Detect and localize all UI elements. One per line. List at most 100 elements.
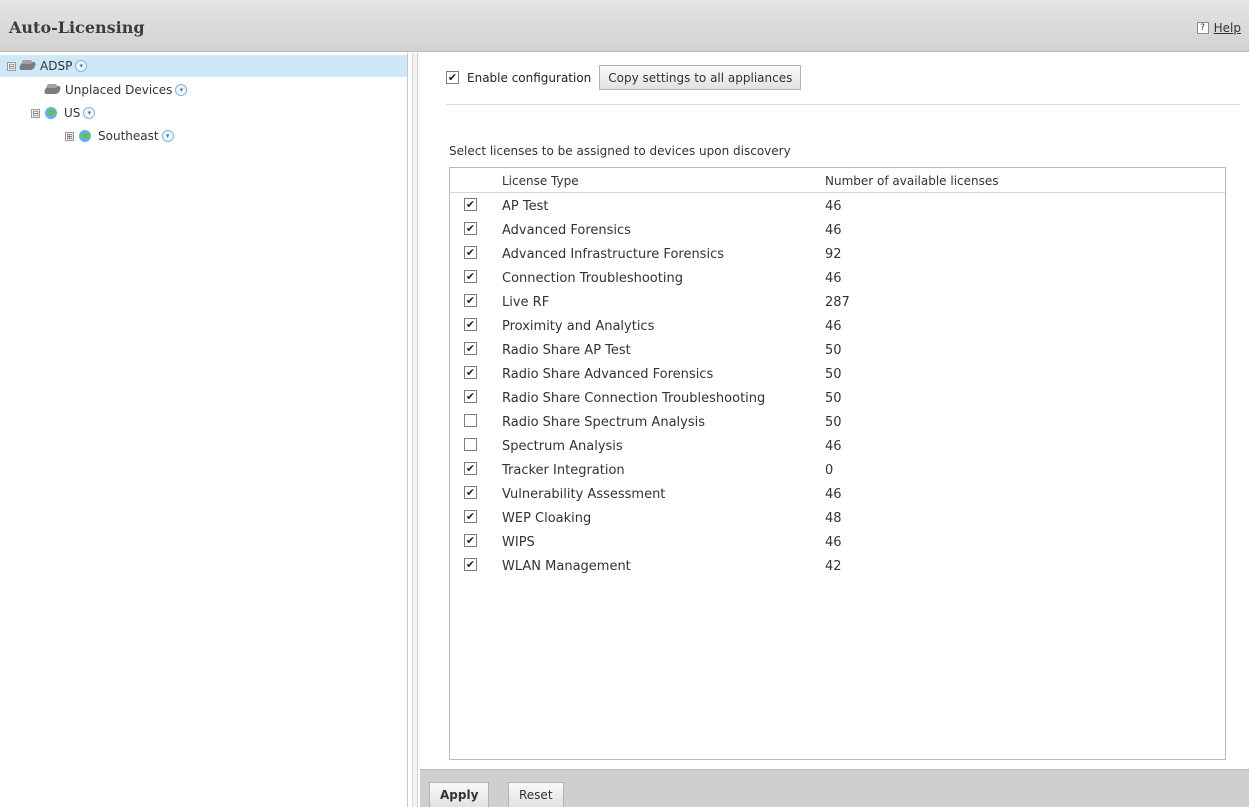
tree-node-label: US <box>64 106 81 120</box>
license-checkbox[interactable]: ✔ <box>464 366 477 379</box>
license-count-cell: 46 <box>825 319 842 334</box>
table-row[interactable]: ✔ Radio Share Connection Troubleshooting 5… <box>450 386 1225 410</box>
config-bar: ✔ Enable configuration Copy settings to … <box>446 65 802 90</box>
node-menu-icon[interactable]: ▾ <box>83 107 96 119</box>
license-type-cell: Advanced Infrastructure Forensics <box>502 247 725 262</box>
license-checkbox[interactable]: ✔ <box>464 390 477 403</box>
license-count-cell: 42 <box>825 559 842 574</box>
license-checkbox[interactable]: ✔ <box>464 198 477 211</box>
collapse-icon[interactable]: ⊟ <box>7 61 16 71</box>
license-table: License Type Number of available license… <box>449 167 1226 760</box>
license-type-cell: WEP Cloaking <box>502 511 592 526</box>
license-checkbox[interactable]: ✔ <box>464 558 477 571</box>
licenses-prompt: Select licenses to be assigned to device… <box>449 144 791 158</box>
expand-icon[interactable]: ⊞ <box>65 131 74 141</box>
license-count-cell: 48 <box>825 511 842 526</box>
page-title: Auto-Licensing <box>9 18 145 37</box>
license-checkbox[interactable]: ✔ <box>464 534 477 547</box>
license-checkbox[interactable] <box>464 438 477 451</box>
license-type-cell: Radio Share Advanced Forensics <box>502 367 714 382</box>
license-count-cell: 46 <box>825 199 842 214</box>
table-row[interactable]: ✔ Advanced Forensics 46 <box>450 218 1225 242</box>
table-row[interactable]: Radio Share Spectrum Analysis 50 <box>450 410 1225 434</box>
table-row[interactable]: ✔ Live RF 287 <box>450 290 1225 314</box>
apply-button[interactable]: Apply <box>429 782 490 807</box>
table-row[interactable]: ✔ Radio Share AP Test 50 <box>450 338 1225 362</box>
device-icon <box>19 59 37 73</box>
license-count-cell: 50 <box>825 367 842 382</box>
license-count-cell: 92 <box>825 247 842 262</box>
help-label[interactable]: Help <box>1214 21 1241 35</box>
license-count-cell: 46 <box>825 271 842 286</box>
license-type-cell: Vulnerability Assessment <box>502 487 666 502</box>
license-type-cell: Live RF <box>502 295 550 310</box>
settings-panel: ✔ Enable configuration Copy settings to … <box>420 53 1249 807</box>
table-row[interactable]: ✔ Radio Share Advanced Forensics 50 <box>450 362 1225 386</box>
table-row[interactable]: ✔ WEP Cloaking 48 <box>450 506 1225 530</box>
enable-configuration-checkbox[interactable]: ✔ <box>446 71 459 84</box>
license-count-cell: 46 <box>825 223 842 238</box>
license-type-cell: Radio Share Spectrum Analysis <box>502 415 705 430</box>
help-link[interactable]: ? Help <box>1196 21 1241 35</box>
table-row[interactable]: ✔ WIPS 46 <box>450 530 1225 554</box>
license-checkbox[interactable]: ✔ <box>464 270 477 283</box>
license-type-cell: WLAN Management <box>502 559 631 574</box>
help-icon[interactable]: ? <box>1196 22 1209 34</box>
license-count-cell: 46 <box>825 535 842 550</box>
node-menu-icon[interactable]: ▾ <box>175 84 188 96</box>
tree-node-label: ADSP <box>40 59 73 73</box>
license-checkbox[interactable] <box>464 414 477 427</box>
globe-icon <box>77 129 95 143</box>
collapse-icon[interactable]: ⊟ <box>31 108 40 118</box>
table-row[interactable]: ✔ Proximity and Analytics 46 <box>450 314 1225 338</box>
license-count-cell: 0 <box>825 463 834 478</box>
license-count-cell: 50 <box>825 391 842 406</box>
license-type-cell: Spectrum Analysis <box>502 439 623 454</box>
license-type-cell: Proximity and Analytics <box>502 319 655 334</box>
license-type-cell: AP Test <box>502 199 549 214</box>
copy-settings-button[interactable]: Copy settings to all appliances <box>599 65 802 90</box>
license-checkbox[interactable]: ✔ <box>464 246 477 259</box>
tree-node-us[interactable]: ⊟ US ▾ <box>31 102 96 124</box>
license-count-cell: 50 <box>825 343 842 358</box>
device-icon <box>44 83 62 97</box>
license-checkbox[interactable]: ✔ <box>464 318 477 331</box>
table-row[interactable]: ✔ AP Test 46 <box>450 194 1225 218</box>
license-type-cell: Advanced Forensics <box>502 223 631 238</box>
tree-node-label: Southeast <box>98 129 159 143</box>
license-checkbox[interactable]: ✔ <box>464 486 477 499</box>
enable-configuration-label: Enable configuration <box>467 70 592 85</box>
license-count-cell: 50 <box>825 415 842 430</box>
table-row[interactable]: ✔ Tracker Integration 0 <box>450 458 1225 482</box>
table-row[interactable]: ✔ Advanced Infrastructure Forensics 92 <box>450 242 1225 266</box>
node-menu-icon[interactable]: ▾ <box>75 60 88 72</box>
license-count-cell: 46 <box>825 487 842 502</box>
table-row[interactable]: ✔ WLAN Management 42 <box>450 554 1225 578</box>
license-type-cell: Connection Troubleshooting <box>502 271 683 286</box>
license-checkbox[interactable]: ✔ <box>464 462 477 475</box>
license-count-cell: 287 <box>825 295 850 310</box>
license-checkbox[interactable]: ✔ <box>464 510 477 523</box>
column-header-available[interactable]: Number of available licenses <box>825 174 999 188</box>
reset-button[interactable]: Reset <box>508 782 564 807</box>
table-row[interactable]: ✔ Vulnerability Assessment 46 <box>450 482 1225 506</box>
table-row[interactable]: Spectrum Analysis 46 <box>450 434 1225 458</box>
license-type-cell: WIPS <box>502 535 535 550</box>
tree-node-label: Unplaced Devices <box>65 83 173 97</box>
tree-node-southeast[interactable]: ⊞ Southeast ▾ <box>65 125 174 147</box>
table-row[interactable]: ✔ Connection Troubleshooting 46 <box>450 266 1225 290</box>
tree-node-adsp[interactable]: ⊟ ADSP ▾ <box>0 55 407 77</box>
title-bar: Auto-Licensing ? Help <box>0 0 1249 52</box>
license-checkbox[interactable]: ✔ <box>464 294 477 307</box>
location-tree: ⊟ ADSP ▾ Unplaced Devices ▾ ⊟ US ▾ ⊞ Sou… <box>0 53 408 807</box>
action-bar: Apply Reset <box>420 769 1249 807</box>
column-header-license-type[interactable]: License Type <box>502 174 579 188</box>
license-checkbox[interactable]: ✔ <box>464 342 477 355</box>
license-count-cell: 46 <box>825 439 842 454</box>
divider <box>446 104 1240 105</box>
node-menu-icon[interactable]: ▾ <box>161 130 174 142</box>
panel-splitter[interactable] <box>412 53 418 807</box>
license-type-cell: Radio Share Connection Troubleshooting <box>502 391 766 406</box>
license-checkbox[interactable]: ✔ <box>464 222 477 235</box>
tree-node-unplaced-devices[interactable]: Unplaced Devices ▾ <box>44 79 188 101</box>
